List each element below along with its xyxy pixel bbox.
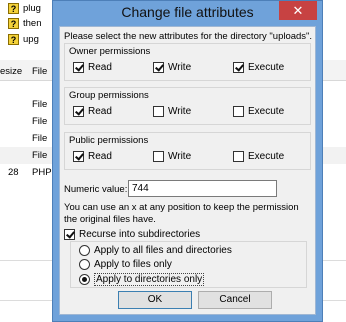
apply-files-radio[interactable]: Apply to files only [79,259,172,270]
file-type: File [32,150,48,161]
owner-read-checkbox[interactable]: Read [73,62,112,73]
checkbox-label: Write [168,151,192,162]
cancel-button[interactable]: Cancel [198,291,272,309]
radio-label: Apply to all files and directories [94,245,232,256]
log-line-text: then [23,18,42,29]
log-line: ? then [8,17,42,30]
question-icon: ? [8,3,19,14]
public-execute-checkbox[interactable]: Execute [233,151,284,162]
checkbox-label: Execute [248,151,285,162]
ok-button[interactable]: OK [118,291,192,309]
checkbox-box[interactable] [153,151,164,162]
file-size: 28 [8,167,19,178]
question-icon: ? [8,34,19,45]
owner-permissions-group: Owner permissions Read Write Execute [64,43,311,81]
owner-write-checkbox[interactable]: Write [153,62,191,73]
checkbox-box[interactable] [73,151,84,162]
recurse-subdirectories-checkbox[interactable]: Recurse into subdirectories [64,229,200,240]
apply-directories-radio[interactable]: Apply to directories only [79,273,205,286]
checkbox-box[interactable] [153,62,164,73]
question-icon: ? [8,18,19,29]
file-type: PHP [32,167,52,178]
checkbox-label: Write [168,106,192,117]
checkbox-label: Execute [248,62,285,73]
radio-label: Apply to files only [94,259,172,270]
checkbox-box[interactable] [233,62,244,73]
radio-button[interactable] [79,259,90,270]
checkbox-box[interactable] [233,106,244,117]
public-read-checkbox[interactable]: Read [73,151,112,162]
checkbox-box[interactable] [153,106,164,117]
group-title: Group permissions [69,90,149,101]
file-type: File [32,116,48,127]
group-title: Owner permissions [69,46,151,57]
log-line-text: upg [23,34,39,45]
public-write-checkbox[interactable]: Write [153,151,191,162]
apply-all-radio[interactable]: Apply to all files and directories [79,245,232,256]
close-icon: ✕ [292,3,304,18]
column-header-size[interactable]: esize [0,66,22,77]
radio-button[interactable] [79,274,90,285]
log-line-text: plug [23,3,41,14]
close-button[interactable]: ✕ [279,1,317,20]
owner-execute-checkbox[interactable]: Execute [233,62,284,73]
checkbox-label: Read [88,151,112,162]
checkbox-box[interactable] [233,151,244,162]
group-read-checkbox[interactable]: Read [73,106,112,117]
group-title: Public permissions [69,135,149,146]
radio-button[interactable] [79,245,90,256]
checkbox-label: Read [88,62,112,73]
checkbox-label: Write [168,62,192,73]
log-line: ? upg [8,33,39,46]
change-file-attributes-dialog: Change file attributes ✕ Please select t… [52,0,323,322]
checkbox-box[interactable] [64,229,75,240]
radio-label: Apply to directories only [94,273,205,286]
checkbox-label: Recurse into subdirectories [79,229,201,240]
checkbox-box[interactable] [73,62,84,73]
checkbox-box[interactable] [73,106,84,117]
dialog-description: Please select the new attributes for the… [64,31,313,42]
column-header-type[interactable]: File [32,66,47,77]
group-permissions-group: Group permissions Read Write Execute [64,87,311,125]
group-write-checkbox[interactable]: Write [153,106,191,117]
numeric-value-input[interactable] [128,180,277,197]
group-execute-checkbox[interactable]: Execute [233,106,284,117]
file-type: File [32,99,48,110]
public-permissions-group: Public permissions Read Write Execute [64,132,311,170]
dialog-body: Please select the new attributes for the… [59,26,316,315]
checkbox-label: Read [88,106,112,117]
log-line: ? plug [8,2,41,15]
recurse-options-group: Apply to all files and directories Apply… [70,241,307,288]
dialog-titlebar[interactable]: Change file attributes ✕ [53,1,322,26]
file-type: File [32,133,48,144]
checkbox-label: Execute [248,106,285,117]
hint-text: You can use an x at any position to keep… [64,202,299,225]
numeric-value-label: Numeric value: [64,184,128,195]
